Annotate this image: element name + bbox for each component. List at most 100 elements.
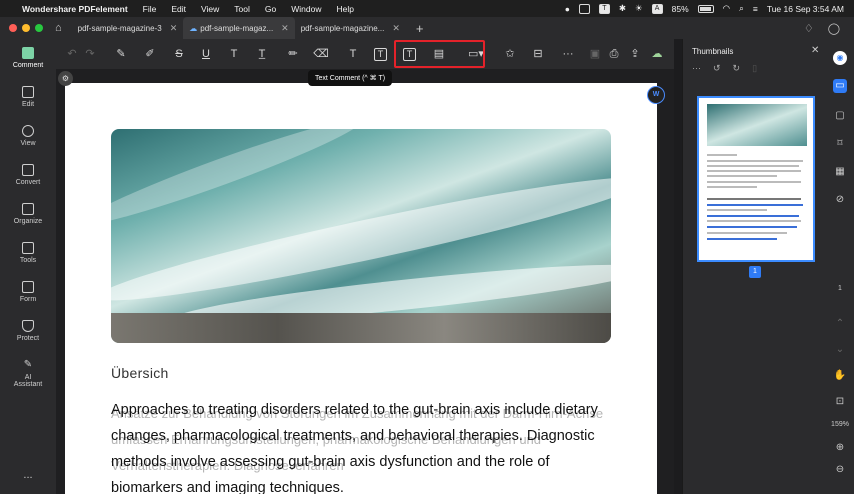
thumbnail-line — [707, 181, 801, 183]
zoom-level[interactable]: 159% — [826, 421, 854, 428]
thumbnail-line — [707, 198, 801, 200]
menu-help[interactable]: Help — [336, 4, 353, 14]
close-tab-icon[interactable]: ✕ — [392, 23, 400, 34]
bookmark-icon[interactable]: ⌑ — [833, 137, 847, 151]
chevron-down-icon[interactable]: ⌄ — [833, 343, 847, 357]
left-sidebar: Comment Edit View Convert Organize Tools… — [0, 39, 56, 494]
zoom-out-icon[interactable]: ⊖ — [833, 463, 847, 477]
wifi-icon[interactable]: ◠ — [723, 3, 730, 14]
menu-file[interactable]: File — [143, 4, 157, 14]
share-icon[interactable]: ⇪ — [627, 47, 643, 61]
sidebar-item-tools[interactable]: Tools — [0, 242, 56, 264]
more-icon[interactable]: ··· — [560, 47, 576, 61]
pdf-page[interactable]: Übersich Ansätze zur Behandlung von Stör… — [65, 83, 657, 494]
save-icon[interactable]: ▣ — [587, 47, 603, 61]
fit-page-icon[interactable]: ⊡ — [833, 395, 847, 409]
document-viewer[interactable]: Übersich Ansätze zur Behandlung von Stör… — [56, 69, 674, 494]
zoom-in-icon[interactable]: ⊕ — [833, 441, 847, 455]
tab-document-3[interactable]: pdf-sample-magazine... ✕ — [295, 17, 406, 39]
tab-document-2[interactable]: ☁ pdf-sample-magaz... ✕ — [183, 17, 295, 39]
home-icon[interactable]: ⌂ — [55, 22, 62, 34]
cloud-upload-icon[interactable]: ☁ — [649, 47, 665, 61]
status-app-icon[interactable] — [578, 3, 590, 14]
eye-icon — [22, 125, 34, 137]
text-icon[interactable]: T — [226, 47, 242, 61]
menu-app-name[interactable]: Wondershare PDFelement — [22, 4, 128, 14]
new-tab-icon[interactable]: + — [416, 21, 424, 36]
attachments-panel-icon[interactable]: ▦ — [833, 165, 847, 179]
convert-icon — [22, 164, 34, 176]
sidebar-item-label: Assistant — [13, 381, 43, 388]
text-box-icon[interactable]: T — [374, 48, 387, 61]
more-options-icon[interactable]: ... — [0, 469, 56, 481]
redo-icon[interactable]: ↷ — [82, 47, 98, 61]
sidebar-item-edit[interactable]: Edit — [0, 86, 56, 108]
sidebar-item-ai-assistant[interactable]: ✎ AI Assistant — [0, 359, 56, 388]
close-tab-icon[interactable]: ✕ — [170, 23, 178, 34]
thumbnail-page-1[interactable] — [697, 96, 815, 262]
sidebar-item-label: Convert — [15, 179, 41, 186]
record-icon[interactable]: ● — [565, 4, 570, 14]
sidebar-item-comment[interactable]: Comment — [0, 47, 56, 69]
status-text-icon[interactable]: T — [598, 3, 610, 14]
zoom-window-button[interactable] — [35, 24, 43, 32]
pencil-icon[interactable]: ✏ — [285, 47, 301, 61]
delete-icon[interactable]: ▯ — [752, 63, 757, 74]
more-icon[interactable]: ··· — [692, 63, 701, 74]
control-center-icon[interactable]: ≡ — [753, 4, 758, 14]
hand-tool-icon[interactable]: ✋ — [833, 369, 847, 383]
thumbnails-icon[interactable]: ▭ — [833, 79, 847, 93]
page-heading[interactable]: Übersich — [111, 365, 169, 381]
chevron-up-icon[interactable]: ⌃ — [833, 317, 847, 331]
bluetooth-icon[interactable]: ✱ — [619, 3, 626, 14]
page-body-text[interactable]: Approaches to treating disorders related… — [111, 397, 611, 494]
current-page-number[interactable]: 1 — [826, 285, 854, 292]
clock[interactable]: Tue 16 Sep 3:54 AM — [767, 4, 844, 14]
menu-tool[interactable]: Tool — [234, 4, 250, 14]
notification-icon[interactable]: ♢ — [804, 22, 814, 35]
attachment-icon[interactable]: ⊟ — [530, 47, 546, 61]
thumbnail-line — [707, 154, 737, 156]
underline-icon[interactable]: U — [198, 47, 214, 61]
right-toolbar: ◉ ▭ ▢ ⌑ ▦ ⊘ 1 ⌃ ⌄ ✋ ⊡ 159% ⊕ ⊖ — [826, 39, 854, 494]
strikethrough-icon[interactable]: S — [171, 47, 187, 61]
highlighter-icon[interactable]: ✎ — [113, 47, 129, 61]
adjust-settings-icon[interactable]: ⚙ — [58, 71, 73, 86]
eraser-icon[interactable]: ⌫ — [313, 47, 329, 61]
text-replace-icon[interactable]: T̲ — [254, 47, 270, 61]
comments-icon[interactable]: ▢ — [833, 109, 847, 123]
thumbnail-line — [707, 209, 767, 211]
sidebar-item-organize[interactable]: Organize — [0, 203, 56, 225]
paperclip-icon[interactable]: ⊘ — [833, 193, 847, 207]
menu-edit[interactable]: Edit — [171, 4, 186, 14]
menu-go[interactable]: Go — [265, 4, 276, 14]
close-tab-icon[interactable]: ✕ — [281, 23, 289, 34]
search-icon[interactable]: ⌕ — [739, 3, 744, 14]
account-icon[interactable]: ◯ — [828, 22, 840, 35]
sidebar-item-protect[interactable]: Protect — [0, 320, 56, 342]
brightness-icon[interactable]: ☀ — [635, 3, 643, 14]
stamp-icon[interactable]: ✩ — [502, 47, 518, 61]
input-source-icon[interactable]: A — [651, 3, 663, 14]
sidebar-item-label: Edit — [21, 101, 35, 108]
tab-document-1[interactable]: pdf-sample-magazine-3 ✕ — [72, 17, 184, 39]
text-comment-icon[interactable]: T — [345, 47, 361, 61]
sidebar-item-convert[interactable]: Convert — [0, 164, 56, 186]
rotate-left-icon[interactable]: ↺ — [713, 63, 721, 74]
sidebar-item-label: View — [20, 140, 36, 147]
tab-label: pdf-sample-magaz... — [200, 23, 274, 33]
close-window-button[interactable] — [9, 24, 17, 32]
ai-assistant-icon[interactable]: ◉ — [833, 51, 847, 65]
menu-window[interactable]: Window — [291, 4, 321, 14]
wondershare-badge-icon[interactable]: W — [647, 86, 665, 104]
menu-view[interactable]: View — [201, 4, 219, 14]
battery-icon[interactable] — [697, 4, 714, 13]
sidebar-item-view[interactable]: View — [0, 125, 56, 147]
close-panel-icon[interactable]: ✕ — [811, 45, 819, 56]
sidebar-item-form[interactable]: Form — [0, 281, 56, 303]
minimize-window-button[interactable] — [22, 24, 30, 32]
print-icon[interactable]: ⎙ — [606, 47, 622, 61]
undo-icon[interactable]: ↶ — [64, 47, 80, 61]
rotate-right-icon[interactable]: ↻ — [733, 63, 741, 74]
area-highlight-icon[interactable]: ✐ — [142, 47, 158, 61]
